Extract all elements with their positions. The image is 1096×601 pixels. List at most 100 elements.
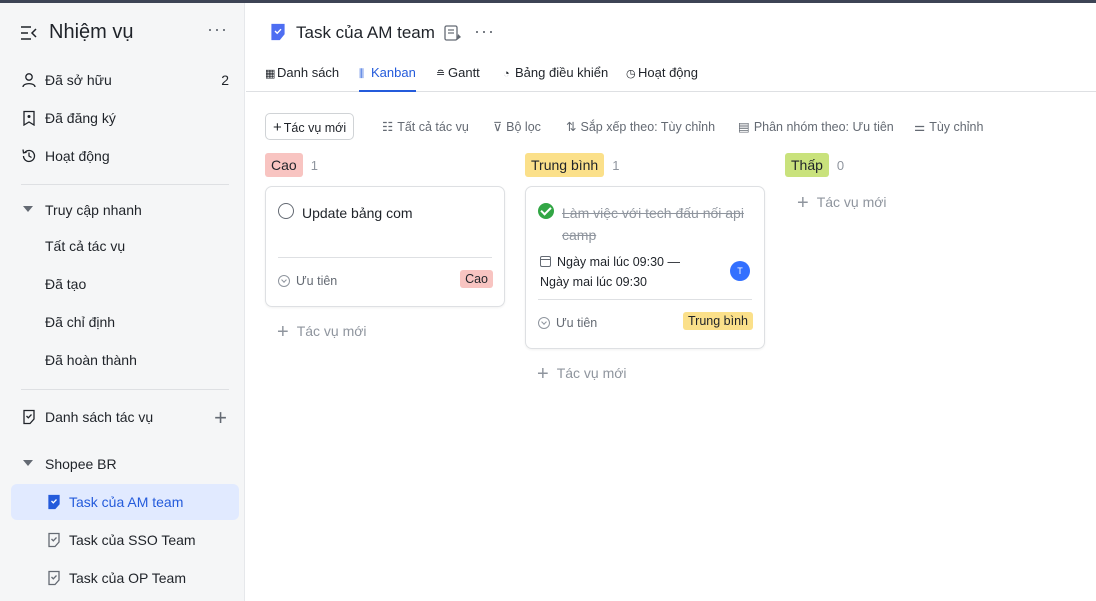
tab-gantt[interactable]: ≘ Gantt [436,65,480,92]
card-divider [538,299,752,300]
tab-list[interactable]: ▦ Danh sách [265,65,339,92]
due-date-end: Ngày mai lúc 09:30 [540,275,648,289]
new-task-button[interactable]: + Tác vụ mới [265,113,354,140]
task-card[interactable]: Làm việc với tech đấu nối api camp Ngày … [525,186,765,349]
bookmark-star-icon [23,110,35,126]
plus-icon: + [277,321,289,343]
date-start: Ngày mai lúc 09:30 — [557,255,680,269]
sidebar: Nhiệm vụ ··· Đã sở hữu 2 Đã đăng ký Hoạt… [0,3,245,601]
new-task-label: Tác vụ mới [283,121,347,135]
tab-activity[interactable]: ◷ Hoạt động [626,65,698,92]
task-card[interactable]: Update bảng com Ưu tiên Cao [265,186,505,307]
collapse-sidebar-icon[interactable] [20,25,38,41]
tab-label: Gantt [448,65,480,80]
plus-icon: + [797,192,809,214]
all-tasks-filter[interactable]: ☷ Tất cả tác vụ [382,119,469,134]
filter-icon: ⊽ [493,120,503,134]
group-by-button[interactable]: ▤ Phân nhóm theo: Ưu tiên [738,119,894,134]
sidebar-item-completed[interactable]: Đã hoàn thành [11,342,239,378]
task-list-icon [23,409,35,425]
sidebar-item-am-team[interactable]: Task của AM team [11,484,239,520]
page-title: Task của AM team [296,23,435,42]
add-task-label: Tác vụ mới [296,323,367,339]
complete-checkbox[interactable] [278,203,294,219]
quick-access-label: Truy cập nhanh [45,202,142,218]
quick-access-toggle[interactable]: Truy cập nhanh [11,192,239,228]
header-more-icon[interactable]: ··· [474,21,495,42]
add-task-button[interactable]: + Tác vụ mới [797,192,887,215]
toolbar-label: Tất cả tác vụ [397,120,469,134]
sidebar-item-activity[interactable]: Hoạt động [11,138,239,174]
sidebar-item-label: Tất cả tác vụ [45,238,126,254]
sidebar-item-task-lists[interactable]: Danh sách tác vụ + [11,399,239,435]
task-list-icon [48,494,60,510]
tab-label: Hoạt động [638,65,698,80]
table-icon: ▦ [265,68,276,80]
settings-sliders-icon: ⚌ [914,120,926,134]
due-date: Ngày mai lúc 09:30 — [540,255,680,269]
sidebar-item-label: Đã chỉ định [45,314,116,330]
toolbar-label: Tùy chỉnh [929,120,984,134]
sidebar-item-label: Đã đăng ký [45,110,116,126]
sidebar-item-sso-team[interactable]: Task của SSO Team [11,522,239,558]
toolbar-label: Bộ lọc [506,120,541,134]
sidebar-item-label: Task của OP Team [69,570,186,586]
plus-icon: + [537,363,549,385]
plus-icon: + [273,119,282,136]
sort-icon: ⇅ [566,120,577,134]
add-task-button[interactable]: + Tác vụ mới [537,363,627,386]
sidebar-more-icon[interactable]: ··· [207,19,228,40]
task-list-icon [271,23,285,41]
avatar[interactable]: T [730,261,750,281]
sidebar-item-owned[interactable]: Đã sở hữu 2 [11,62,239,98]
add-task-label: Tác vụ mới [556,365,627,381]
priority-icon [278,275,290,287]
sidebar-title: Nhiệm vụ [49,21,134,43]
history-icon [22,149,36,163]
priority-row: Ưu tiên [278,274,337,288]
column-header: Thấp 0 [785,153,844,177]
sidebar-item-all-tasks[interactable]: Tất cả tác vụ [11,228,239,264]
column-count: 1 [612,158,620,174]
sidebar-item-label: Đã hoàn thành [45,352,137,368]
sidebar-header: Nhiệm vụ ··· [0,17,245,49]
sidebar-item-label: Đã sở hữu [45,72,112,88]
filter-button[interactable]: ⊽ Bộ lọc [493,119,541,134]
main-panel: Task của AM team ··· ▦ Danh sách ⫼ Kanban … [246,3,1096,601]
sidebar-item-subscribed[interactable]: Đã đăng ký [11,100,239,136]
sidebar-divider [21,184,229,185]
customize-button[interactable]: ⚌ Tùy chỉnh [914,119,983,134]
tab-kanban[interactable]: ⫼ Kanban [359,65,416,92]
column-chip: Trung bình [525,153,605,177]
dashboard-icon: ◔ [503,68,510,80]
toolbar-label: Sắp xếp theo: Tùy chỉnh [580,120,716,134]
sidebar-item-assigned[interactable]: Đã chỉ định [11,304,239,340]
caret-down-icon [23,206,33,212]
sidebar-item-created[interactable]: Đã tạo [11,266,239,302]
toolbar: + Tác vụ mới ☷ Tất cả tác vụ ⊽ Bộ lọc ⇅ Sắp … [246,111,1096,141]
checklist-icon: ☷ [382,120,394,134]
card-divider [278,257,492,258]
completed-check-icon[interactable] [538,203,554,219]
group-shopee-br-toggle[interactable]: Shopee BR [11,446,239,482]
sidebar-item-op-team[interactable]: Task của OP Team [11,560,239,596]
add-task-button[interactable]: + Tác vụ mới [277,321,367,344]
priority-badge: Trung bình [683,312,753,330]
priority-label: Ưu tiên [556,316,598,330]
tab-dashboard[interactable]: ◔ Bảng điều khiển [503,65,608,92]
task-title: Update bảng com [302,205,413,221]
tab-label: Bảng điều khiển [515,65,609,80]
add-list-icon[interactable]: + [214,405,227,431]
priority-row: Ưu tiên [538,316,597,330]
calendar-icon [540,256,551,267]
add-task-label: Tác vụ mới [816,194,887,210]
user-icon [22,73,36,88]
task-title: Làm việc với tech đấu nối api camp [562,205,744,243]
column-count: 0 [836,158,845,174]
list-edit-icon[interactable] [444,25,462,41]
sidebar-item-label: Task của AM team [69,494,184,510]
sort-button[interactable]: ⇅ Sắp xếp theo: Tùy chỉnh [566,119,715,134]
history-icon: ◷ [626,68,636,80]
tab-label: Danh sách [277,65,340,80]
sidebar-item-label: Hoạt động [45,148,110,164]
